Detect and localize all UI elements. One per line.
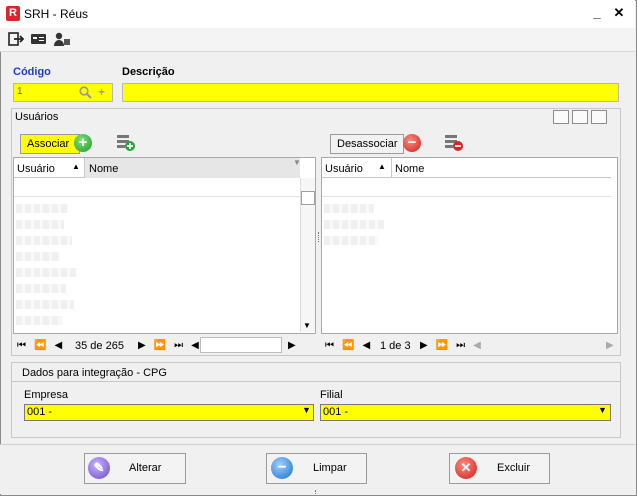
toolbar xyxy=(0,28,635,52)
last-page-icon[interactable]: ⏭ xyxy=(174,338,183,354)
right-rows xyxy=(322,200,392,260)
scroll-right-icon[interactable]: ▶ xyxy=(288,338,296,354)
codigo-value: 1 xyxy=(17,86,23,97)
table-row[interactable] xyxy=(16,316,62,325)
expand-icon[interactable] xyxy=(591,110,607,124)
left-pager-text: 35 de 265 xyxy=(75,340,124,352)
divider xyxy=(12,381,620,382)
table-row[interactable] xyxy=(324,220,384,229)
next-block-icon[interactable]: ⏩ xyxy=(154,338,166,354)
left-pager-next: ▶ ⏩ ⏭ ◀ xyxy=(138,338,207,354)
scrollbar-thumb[interactable] xyxy=(301,191,315,205)
exit-icon[interactable] xyxy=(8,31,26,48)
add-list-icon[interactable] xyxy=(116,134,136,155)
right-col-nome[interactable]: Nome xyxy=(395,163,424,175)
integracao-group-title: Dados para integração - CPG xyxy=(22,367,167,379)
left-rows xyxy=(14,200,84,330)
alterar-label: Alterar xyxy=(129,462,162,474)
table-row[interactable] xyxy=(324,236,378,245)
chevron-down-icon[interactable]: ▼ xyxy=(598,405,607,420)
sort-asc-icon: ▲ xyxy=(378,162,386,171)
sort-asc-icon: ▲ xyxy=(72,162,80,171)
table-row[interactable] xyxy=(16,300,74,309)
right-grid-header xyxy=(322,158,611,178)
bottom-splitter xyxy=(315,490,319,494)
empresa-select[interactable]: 001 - xyxy=(24,404,314,421)
left-hscroll[interactable] xyxy=(200,337,282,353)
scroll-down-icon[interactable]: ▼ xyxy=(303,321,311,330)
next-page-icon[interactable]: ▶ xyxy=(420,338,428,354)
col-separator xyxy=(391,158,392,178)
minus-icon: − xyxy=(271,457,293,479)
table-row[interactable] xyxy=(16,204,68,213)
detail-view-icon[interactable] xyxy=(572,110,588,124)
close-button[interactable]: ✕ xyxy=(610,4,628,22)
descricao-label: Descrição xyxy=(122,66,175,78)
user-key-icon[interactable] xyxy=(53,31,71,48)
prev-block-icon[interactable]: ⏪ xyxy=(34,338,46,354)
table-row[interactable] xyxy=(16,252,60,261)
filial-label: Filial xyxy=(320,389,343,401)
filial-select[interactable]: 001 - xyxy=(320,404,611,421)
left-pager: ⏮ ⏪ ◀ xyxy=(17,338,70,354)
table-row[interactable] xyxy=(16,268,76,277)
limpar-label: Limpar xyxy=(313,462,347,474)
app-logo-icon: R xyxy=(6,6,20,21)
plus-circle-icon[interactable]: + xyxy=(74,134,92,152)
last-page-icon[interactable]: ⏭ xyxy=(456,338,465,354)
left-col-usuario[interactable]: Usuário xyxy=(17,163,55,175)
minus-circle-icon[interactable]: − xyxy=(403,134,421,152)
pencil-icon: ✎ xyxy=(88,457,110,479)
left-col-nome[interactable]: Nome xyxy=(89,163,118,175)
add-icon[interactable]: + xyxy=(98,85,105,99)
title-bar xyxy=(0,0,635,28)
right-pager-next: ▶ ⏩ ⏭ ◀ xyxy=(420,338,489,354)
codigo-label: Código xyxy=(13,66,51,78)
scroll-right-icon[interactable]: ▶ xyxy=(606,338,614,354)
empresa-label: Empresa xyxy=(24,389,69,401)
table-row[interactable] xyxy=(16,284,66,293)
left-filter-row[interactable] xyxy=(14,179,300,197)
right-col-usuario[interactable]: Usuário xyxy=(325,163,363,175)
prev-page-icon[interactable]: ◀ xyxy=(362,338,370,354)
remove-list-icon[interactable] xyxy=(444,134,464,155)
next-page-icon[interactable]: ▶ xyxy=(138,338,146,354)
window-title: SRH - Réus xyxy=(24,7,89,21)
first-page-icon[interactable]: ⏮ xyxy=(325,338,334,354)
descricao-field[interactable] xyxy=(122,83,619,102)
table-row[interactable] xyxy=(324,204,374,213)
associar-button[interactable]: Associar xyxy=(20,134,80,154)
first-page-icon[interactable]: ⏮ xyxy=(17,338,26,354)
scroll-left-icon[interactable]: ◀ xyxy=(473,338,481,354)
desassociar-button[interactable]: Desassociar xyxy=(330,134,404,154)
filter-icon[interactable]: ▼ xyxy=(293,158,301,167)
prev-block-icon[interactable]: ⏪ xyxy=(342,338,354,354)
right-pager-text: 1 de 3 xyxy=(380,340,411,352)
card-icon[interactable] xyxy=(30,31,48,48)
filial-value: 001 - xyxy=(323,406,349,418)
list-view-icon[interactable] xyxy=(553,110,569,124)
right-filter-row[interactable] xyxy=(322,179,611,197)
splitter-handle[interactable] xyxy=(318,232,320,242)
scroll-left-icon[interactable]: ◀ xyxy=(191,338,199,354)
minimize-button[interactable]: _ xyxy=(588,4,606,22)
usuarios-group-title: Usuários xyxy=(15,111,59,123)
excluir-label: Excluir xyxy=(497,462,531,474)
right-pager: ⏮ ⏪ ◀ xyxy=(325,338,378,354)
table-row[interactable] xyxy=(16,236,72,245)
view-mode-toolbar xyxy=(553,110,607,124)
next-block-icon[interactable]: ⏩ xyxy=(436,338,448,354)
table-row[interactable] xyxy=(16,220,64,229)
empresa-value: 001 - xyxy=(27,406,53,418)
prev-page-icon[interactable]: ◀ xyxy=(54,338,62,354)
search-icon[interactable] xyxy=(78,85,92,102)
delete-icon: ✕ xyxy=(455,457,477,479)
chevron-down-icon[interactable]: ▼ xyxy=(302,405,311,420)
